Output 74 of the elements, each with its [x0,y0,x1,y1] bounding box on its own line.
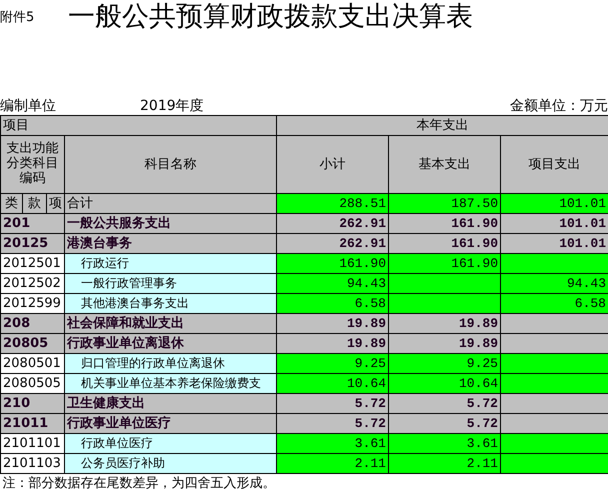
table-cell: 19.89 [388,314,500,334]
table-cell: 101.01 [500,234,608,254]
table-cell: 6.58 [276,294,388,314]
name-cell: 行政单位医疗 [64,434,276,454]
name-cell: 社会保障和就业支出 [64,314,276,334]
header-cell: 小计 [276,136,388,194]
header-cell: 项目 [0,116,276,136]
table-cell: 94.43 [276,274,388,294]
table-cell: 19.89 [388,334,500,354]
code-cell: 20805 [0,334,64,354]
header-cell: 科目名称 [64,136,276,194]
table-cell: 5.72 [388,414,500,434]
table-cell: 101.01 [500,214,608,234]
name-cell: 机关事业单位基本养老保险缴费支 [64,374,276,394]
name-cell: 一般公共服务支出 [64,214,276,234]
name-cell: 行政事业单位离退休 [64,334,276,354]
table-cell: 101.01 [500,194,608,214]
header-cell: 基本支出 [388,136,500,194]
header-cell: 类 [0,194,22,214]
header-cell: 本年支出 [276,116,608,136]
table-cell: 5.72 [276,394,388,414]
header-cell: 支出功能分类科目编码 [0,136,64,194]
header-cell: 项目支出 [500,136,608,194]
code-cell: 208 [0,314,64,334]
name-cell: 港澳台事务 [64,234,276,254]
name-cell: 归口管理的行政单位离退休 [64,354,276,374]
name-cell: 卫生健康支出 [64,394,276,414]
total-label: 合计 [64,194,276,214]
attachment-label: 附件5 [0,9,36,27]
table-cell: 5.72 [388,394,500,414]
table-cell: 2.11 [388,454,500,474]
year-label: 2019年度 [140,98,205,115]
header-cell: 款 [22,194,46,214]
amount-unit-label: 金额单位：万元 [510,98,608,115]
table-cell: 262.91 [276,214,388,234]
table-cell: 3.61 [388,434,500,454]
code-cell: 2080505 [0,374,64,394]
table-cell: 161.90 [388,234,500,254]
name-cell: 一般行政管理事务 [64,274,276,294]
footnote: 注：部分数据存在尾数差异，为四舍五入形成。 [0,474,608,494]
code-cell: 21011 [0,414,64,434]
code-cell: 2012501 [0,254,64,274]
report-title: 一般公共预算财政拨款支出决算表 [68,0,473,34]
table-cell: 94.43 [500,274,608,294]
name-cell: 公务员医疗补助 [64,454,276,474]
table-cell: 161.90 [388,254,500,274]
table-cell: 10.64 [276,374,388,394]
code-cell: 20125 [0,234,64,254]
code-cell: 2080501 [0,354,64,374]
table-cell: 9.25 [388,354,500,374]
code-cell: 2101101 [0,434,64,454]
table-cell: 262.91 [276,234,388,254]
table-cell: 9.25 [276,354,388,374]
table-cell: 288.51 [276,194,388,214]
table-cell: 187.50 [388,194,500,214]
code-cell: 201 [0,214,64,234]
code-cell: 2012599 [0,294,64,314]
table-cell: 161.90 [276,254,388,274]
code-cell: 2101103 [0,454,64,474]
table-cell: 10.64 [388,374,500,394]
name-cell: 行政事业单位医疗 [64,414,276,434]
code-cell: 2012502 [0,274,64,294]
code-cell: 210 [0,394,64,414]
header-cell: 项 [46,194,64,214]
name-cell: 行政运行 [64,254,276,274]
table-cell: 5.72 [276,414,388,434]
table-cell: 19.89 [276,334,388,354]
table-cell: 6.58 [500,294,608,314]
name-cell: 其他港澳台事务支出 [64,294,276,314]
table-cell: 2.11 [276,454,388,474]
table-cell: 161.90 [388,214,500,234]
table-cell: 3.61 [276,434,388,454]
unit-label: 编制单位 [0,98,57,115]
table-cell: 19.89 [276,314,388,334]
